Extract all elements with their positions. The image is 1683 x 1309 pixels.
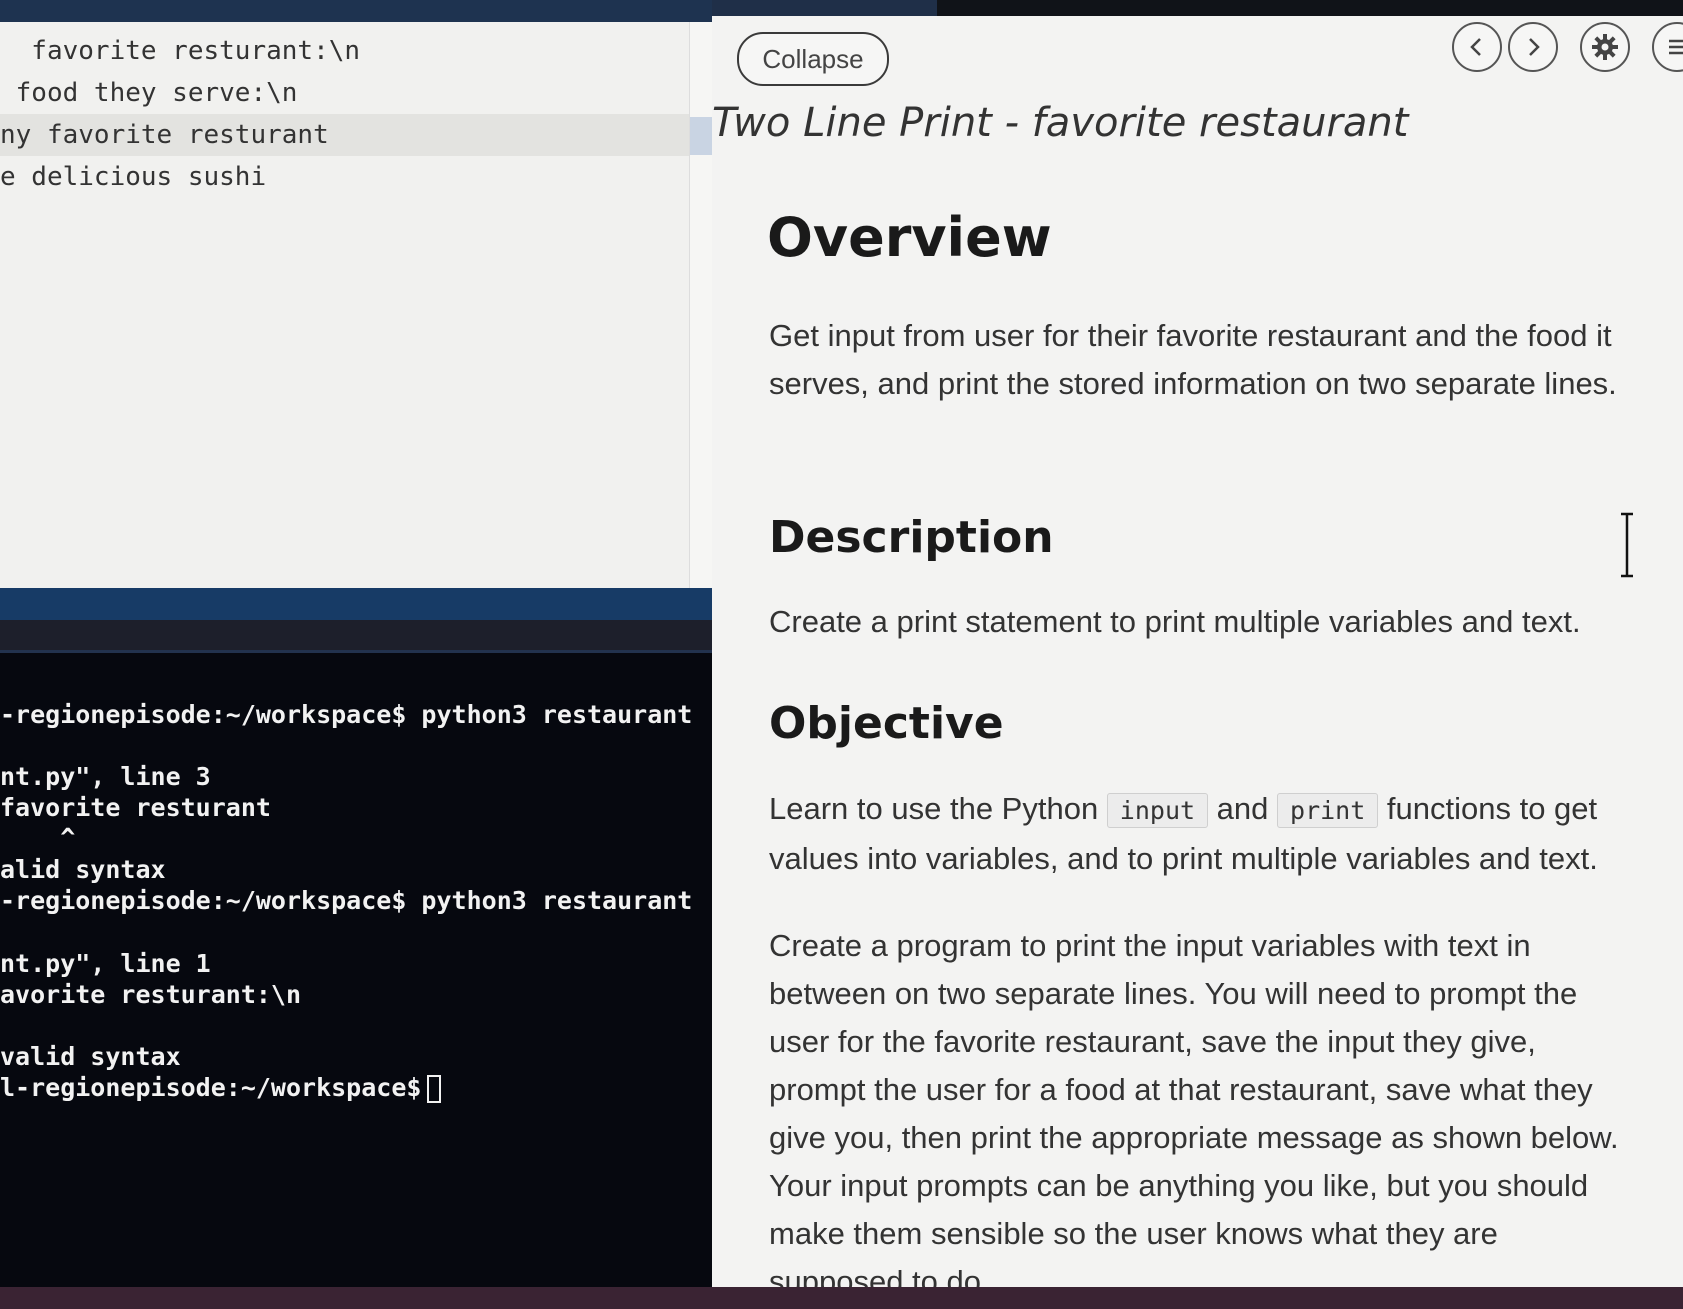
guide-header-bar: [937, 0, 1683, 16]
terminal-prompt-line: l-regionepisode:~/workspace$: [0, 1073, 442, 1103]
overview-text: Get input from user for their favorite r…: [769, 318, 1617, 401]
terminal-prompt: l-regionepisode:~/workspace$: [0, 1073, 422, 1102]
description-text: Create a print statement to print multip…: [769, 604, 1581, 639]
description-heading: Description: [769, 512, 1054, 563]
guide-tab[interactable]: [712, 0, 937, 16]
code-line-2[interactable]: food they serve:\n: [0, 72, 692, 114]
objective-text-start: Learn to use the Python: [769, 791, 1107, 826]
terminal-line: nt.py", line 3: [0, 762, 211, 791]
code-line-4[interactable]: e delicious sushi: [0, 156, 692, 198]
objective-heading: Objective: [769, 698, 1004, 749]
terminal-cursor[interactable]: [427, 1075, 442, 1103]
code-editor[interactable]: favorite resturant:\n food they serve:\n…: [0, 0, 715, 620]
guide-title: Two Line Print - favorite restaurant: [712, 100, 1409, 146]
guide-panel: Collapse Two Line Print - favorite resta…: [712, 0, 1683, 1290]
objective-text: Learn to use the Python input and print …: [769, 785, 1639, 883]
prev-page-button[interactable]: [1452, 22, 1502, 72]
text-cursor-icon: [1621, 512, 1633, 578]
terminal-line: avorite resturant:\n: [0, 980, 302, 1009]
editor-status-bar: [0, 588, 712, 620]
menu-button[interactable]: [1652, 22, 1683, 72]
terminal-line: valid syntax: [0, 1042, 181, 1071]
editor-scrollbar-thumb[interactable]: [690, 117, 712, 155]
settings-button[interactable]: [1580, 22, 1630, 72]
input-code: input: [1106, 793, 1209, 828]
editor-scrollbar[interactable]: [689, 22, 712, 620]
terminal[interactable]: -regionepisode:~/workspace$ python3 rest…: [0, 650, 722, 1288]
overview-heading: Overview: [767, 206, 1052, 269]
code-line-3[interactable]: ny favorite resturant: [0, 114, 692, 156]
terminal-line: ^: [0, 823, 76, 852]
collapse-button[interactable]: Collapse: [737, 32, 889, 86]
terminal-line: alid syntax: [0, 855, 166, 884]
chevron-left-icon: [1470, 38, 1481, 56]
menu-icon: [1669, 39, 1683, 55]
bottom-edge: [0, 1287, 1683, 1309]
next-page-button[interactable]: [1508, 22, 1558, 72]
program-instructions: Create a program to print the input vari…: [769, 928, 1619, 1290]
gear-icon: [1592, 34, 1618, 60]
editor-tab-bar: [0, 0, 712, 22]
terminal-line: favorite resturant: [0, 793, 271, 822]
code-line-1[interactable]: favorite resturant:\n: [0, 30, 692, 72]
chevron-right-icon: [1529, 38, 1540, 56]
objective-text-mid: and: [1208, 791, 1278, 826]
terminal-line: -regionepisode:~/workspace$ python3 rest…: [0, 700, 693, 729]
terminal-line: nt.py", line 1: [0, 949, 211, 978]
terminal-line: -regionepisode:~/workspace$ python3 rest…: [0, 886, 693, 915]
print-code: print: [1277, 793, 1379, 828]
